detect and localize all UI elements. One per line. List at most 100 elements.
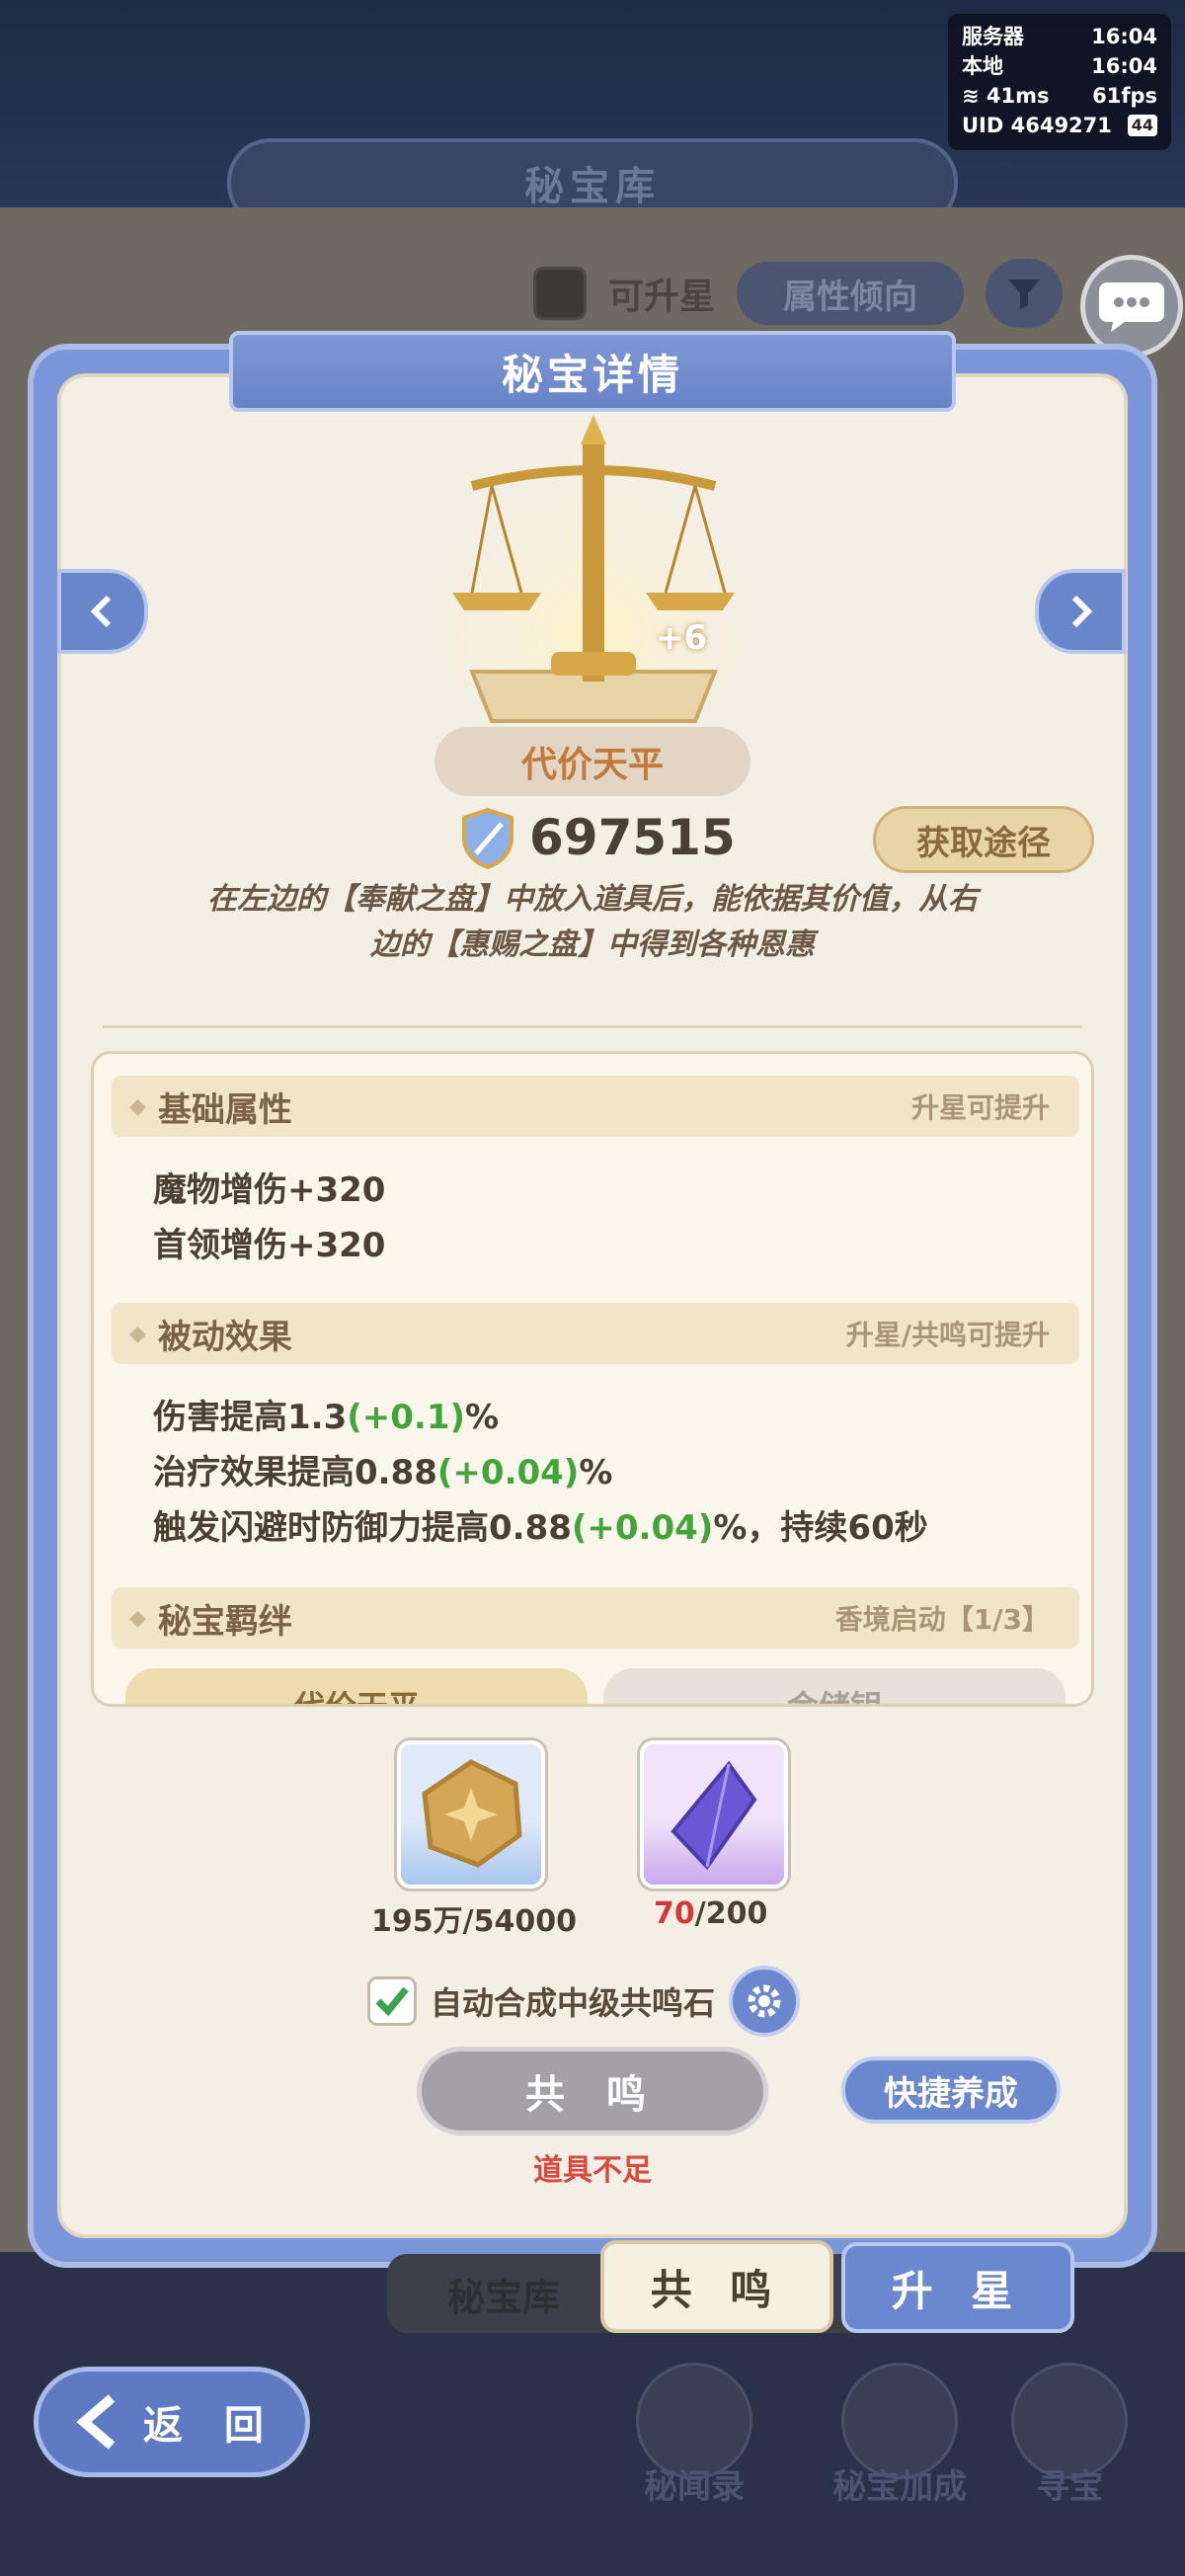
- auto-merge-label: 自动合成中级共鸣石: [431, 1984, 716, 2022]
- treasure-name: 代价天平: [520, 745, 664, 785]
- diamond-icon: ◆: [129, 1605, 146, 1631]
- passive-effect-line: 伤害提高1.3(+0.1)%: [153, 1390, 499, 1438]
- resonate-button[interactable]: 共 鸣: [417, 2047, 768, 2135]
- basic-attr-line: 魔物增伤+320: [153, 1170, 386, 1210]
- power-value: 697515: [529, 809, 736, 866]
- treasure-bond-header: ◆ 秘宝羁绊 香境启动【1/3】: [112, 1587, 1079, 1649]
- purple-crystal-icon: [671, 1760, 757, 1871]
- back-button[interactable]: 返 回: [34, 2367, 310, 2477]
- server-time: 16:04: [1091, 25, 1157, 48]
- quick-develop-button[interactable]: 快捷养成: [841, 2056, 1061, 2124]
- local-label: 本地: [962, 54, 1003, 78]
- uid-value: UID 4649271: [962, 114, 1112, 137]
- quick-develop-label: 快捷养成: [884, 2073, 1018, 2114]
- basic-attributes-hint: 升星可提升: [910, 1091, 1050, 1124]
- library-title: 秘宝库: [524, 164, 661, 209]
- bond-item[interactable]: 金储钥: [603, 1668, 1066, 1704]
- upgradeable-checkbox[interactable]: [533, 267, 587, 320]
- auto-merge-row: 自动合成中级共鸣石: [367, 1966, 801, 2037]
- description-line-1: 在左边的【奉献之盘】中放入道具后，能依据其价值，从右: [207, 882, 978, 917]
- passive-suffix: %: [465, 1398, 500, 1437]
- diamond-icon: ◆: [129, 1093, 146, 1119]
- crystal-needed: /200: [694, 1896, 768, 1931]
- resonance-stone-count: 70/200: [654, 1896, 767, 1931]
- nav-treasure-hunt[interactable]: 寻宝: [1005, 2363, 1134, 2531]
- insufficient-items-warning: 道具不足: [533, 2153, 652, 2188]
- passive-suffix: %，持续60秒: [713, 1508, 928, 1548]
- nav-label: 秘闻录: [644, 2467, 745, 2507]
- attribute-tendency-label: 属性倾向: [783, 277, 918, 317]
- passive-effect-line: 触发闪避时防御力提高0.88(+0.04)%，持续60秒: [153, 1500, 928, 1549]
- passive-bonus: (+0.04): [571, 1508, 714, 1548]
- chevron-left-icon: [90, 595, 112, 628]
- treasure-bond-title: 秘宝羁绊: [157, 1601, 292, 1642]
- next-treasure-button[interactable]: [1035, 569, 1126, 654]
- funnel-icon: [1008, 280, 1041, 309]
- combat-power: 697515: [458, 802, 736, 873]
- ping-value: 41ms: [986, 84, 1050, 108]
- attribute-scroll-area[interactable]: ◆ 基础属性 升星可提升 魔物增伤+320 首领增伤+320 ◆ 被动效果 升星/共…: [91, 1051, 1094, 1707]
- battery-icon: 44: [1127, 115, 1157, 136]
- coin-owned: 195万: [371, 1904, 463, 1939]
- chat-button[interactable]: [1080, 255, 1183, 358]
- treasure-name-plate: 代价天平: [434, 727, 750, 796]
- nav-secret-records[interactable]: 秘闻录: [630, 2363, 758, 2531]
- coin-needed: /54000: [462, 1904, 577, 1939]
- gold-coin-icon: [422, 1759, 522, 1868]
- chat-bubble-icon: [1099, 282, 1164, 332]
- divider: [103, 1025, 1082, 1028]
- bond-items: 代价天平 金储钥: [125, 1668, 1066, 1704]
- previous-treasure-button[interactable]: [57, 569, 148, 654]
- ping-readout: ≋ 41ms: [962, 81, 1050, 111]
- resonate-label: 共 鸣: [525, 2072, 660, 2118]
- auto-merge-checkbox[interactable]: [367, 1976, 417, 2026]
- filter-row: 可升星 属性倾向: [533, 259, 1064, 328]
- auto-merge-settings-button[interactable]: [729, 1966, 801, 2037]
- obtain-source-label: 获取途径: [916, 823, 1051, 863]
- description-line-2: 边的【惠赐之盘】中得到各种恩惠: [370, 927, 815, 962]
- gold-coin-material[interactable]: [397, 1740, 545, 1889]
- treasure-bond-hint: 香境启动【1/3】: [834, 1603, 1050, 1636]
- nav-treasure-bonus[interactable]: 秘宝加成: [816, 2363, 984, 2531]
- passive-bonus: (+0.1): [347, 1398, 466, 1437]
- tab-star-up-label: 升 星: [891, 2266, 1025, 2315]
- checkmark-icon: [375, 1986, 409, 2017]
- resonance-stone-material[interactable]: [640, 1740, 788, 1889]
- gear-icon: [748, 1984, 781, 2018]
- tab-star-up[interactable]: 升 星: [841, 2242, 1074, 2333]
- panel-title: 秘宝详情: [501, 350, 683, 399]
- diamond-icon: ◆: [129, 1321, 146, 1346]
- status-overlay: 服务器 16:04 本地 16:04 ≋ 41ms 61fps UID 464927…: [948, 14, 1171, 150]
- back-arrow-icon: [76, 2394, 116, 2450]
- nav-label: 寻宝: [1036, 2467, 1103, 2507]
- filter-button[interactable]: [986, 259, 1064, 328]
- upgradeable-label: 可升星: [608, 277, 716, 317]
- shield-sword-icon: [462, 807, 514, 869]
- basic-attr-line: 首领增伤+320: [153, 1226, 386, 1265]
- bond-item[interactable]: 代价天平: [125, 1668, 588, 1704]
- chevron-right-icon: [1071, 595, 1093, 628]
- treasure-description: 在左边的【奉献之盘】中放入道具后，能依据其价值，从右 边的【惠赐之盘】中得到各种…: [138, 877, 1047, 968]
- tab-resonate-label: 共 鸣: [650, 2265, 784, 2314]
- passive-text: 伤害提高1.3: [153, 1398, 348, 1437]
- basic-attributes-header: ◆ 基础属性 升星可提升: [112, 1076, 1079, 1137]
- attribute-tendency-dropdown[interactable]: 属性倾向: [737, 262, 965, 325]
- tab-library[interactable]: 秘宝库: [395, 2262, 612, 2325]
- wifi-icon: ≋: [962, 84, 980, 108]
- passive-effects-header: ◆ 被动效果 升星/共鸣可提升: [112, 1303, 1079, 1364]
- tab-resonate[interactable]: 共 鸣: [600, 2240, 833, 2333]
- passive-text: 触发闪避时防御力提高0.88: [153, 1508, 572, 1548]
- passive-effects-title: 被动效果: [157, 1317, 292, 1357]
- obtain-source-button[interactable]: 获取途径: [873, 806, 1094, 873]
- basic-attributes-title: 基础属性: [157, 1089, 292, 1130]
- local-time: 16:04: [1091, 54, 1157, 78]
- passive-suffix: %: [579, 1453, 613, 1492]
- fps-value: 61fps: [1092, 84, 1157, 108]
- passive-text: 治疗效果提高0.88: [153, 1453, 437, 1492]
- back-label: 返 回: [143, 2403, 277, 2449]
- gold-coin-count: 195万/54000: [371, 1896, 577, 1940]
- passive-effect-line: 治疗效果提高0.88(+0.04)%: [153, 1445, 612, 1493]
- passive-bonus: (+0.04): [436, 1453, 580, 1492]
- crystal-owned: 70: [654, 1896, 695, 1931]
- server-label: 服务器: [962, 25, 1024, 48]
